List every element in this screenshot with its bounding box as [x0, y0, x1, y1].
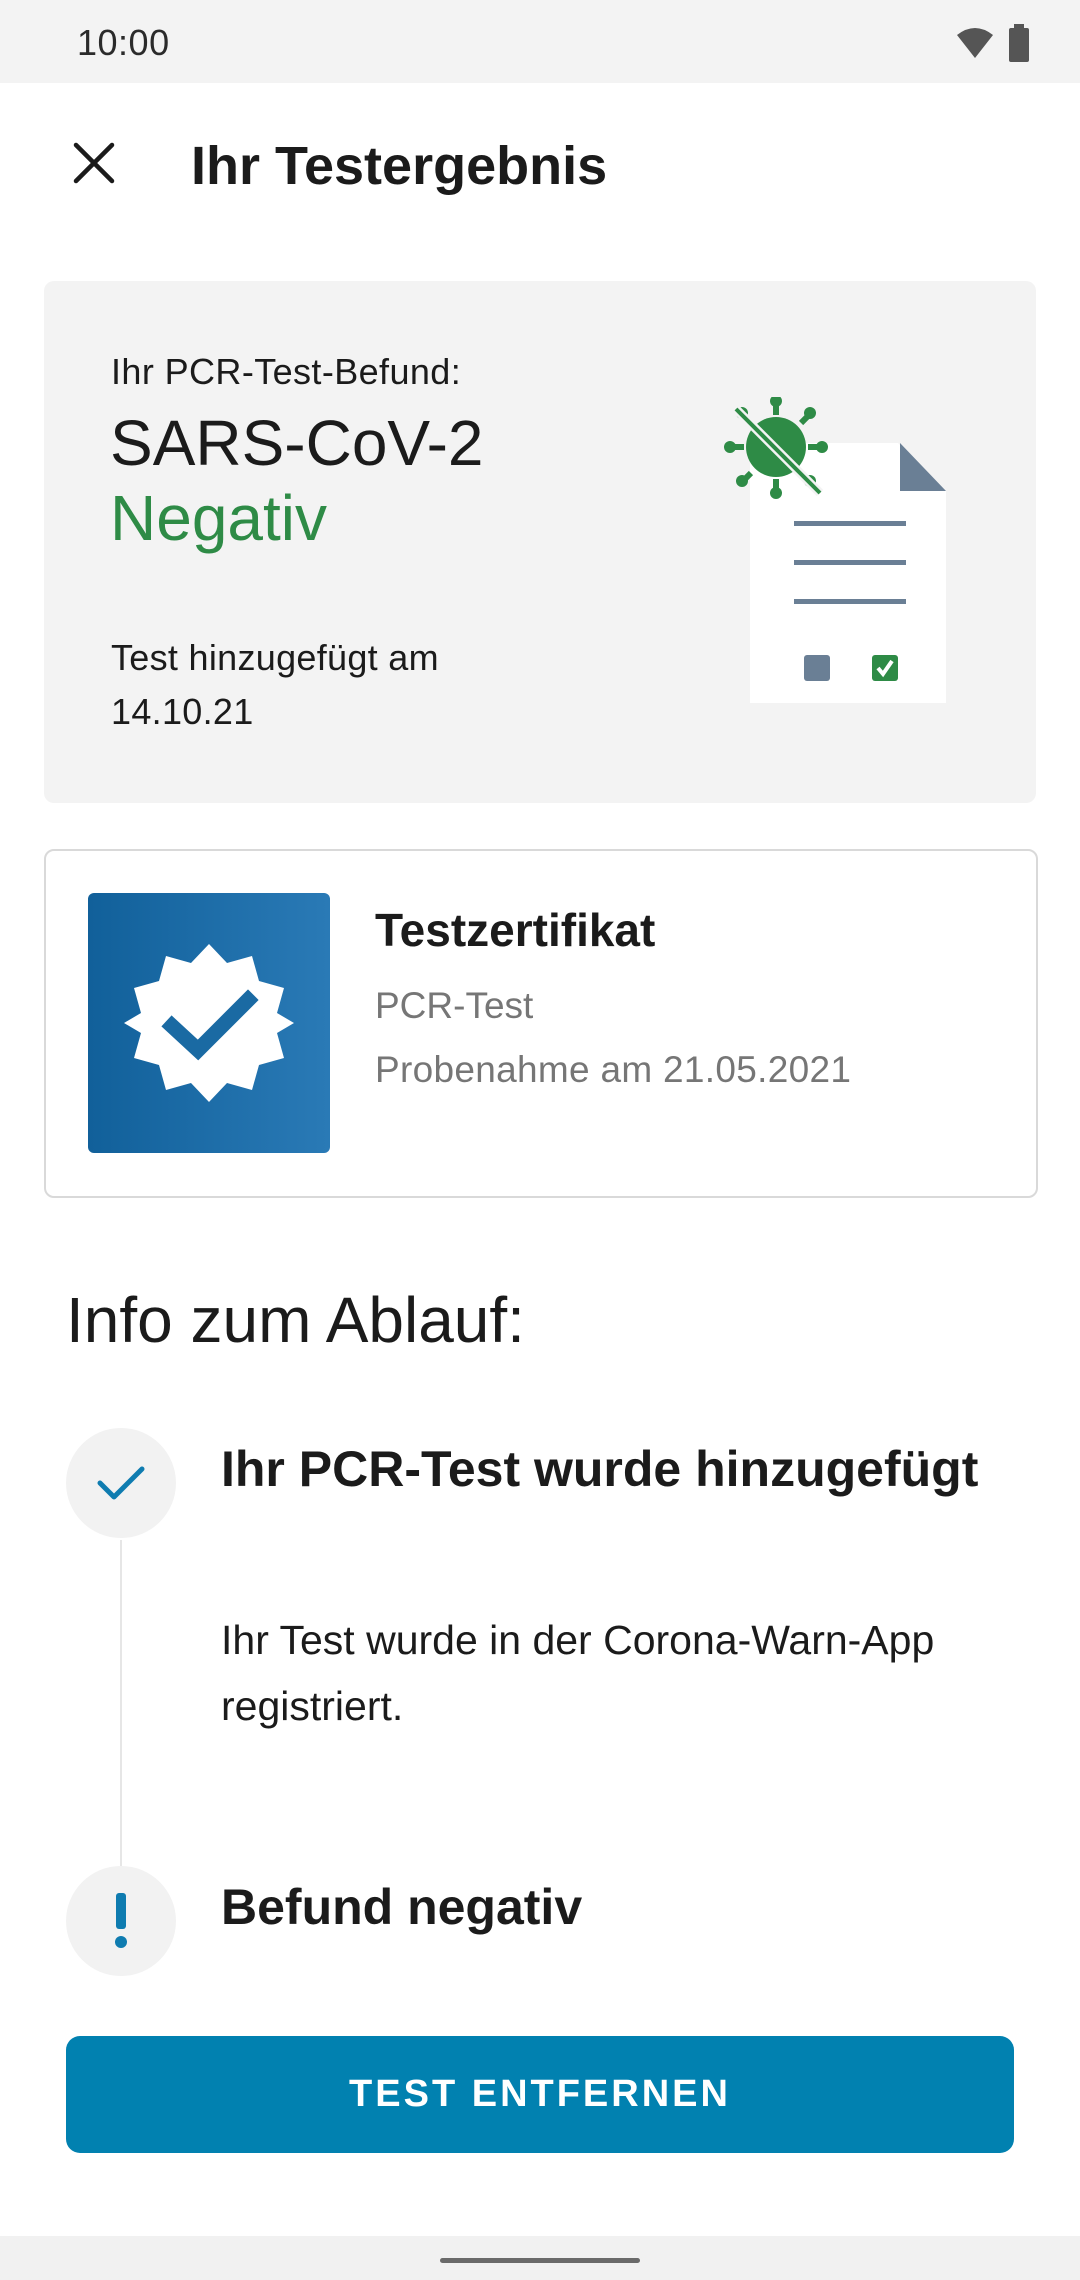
step-1-icon: [66, 1428, 176, 1538]
certificate-type: PCR-Test: [375, 985, 534, 1026]
check-icon: [97, 1466, 145, 1500]
battery-icon: [1009, 24, 1029, 62]
certificate-title: Testzertifikat: [375, 904, 656, 956]
close-icon: [73, 142, 115, 184]
remove-test-button[interactable]: TEST ENTFERNEN: [66, 2036, 1014, 2153]
step-2-icon: [66, 1866, 176, 1976]
document-virus-illustration: [724, 397, 946, 703]
status-icons: [956, 24, 1030, 62]
test-certificate-card[interactable]: Testzertifikat PCR-Test Probenahme am 21…: [44, 849, 1038, 1198]
app-bar: Ihr Testergebnis: [0, 83, 1080, 243]
timeline-line: [120, 1540, 122, 1870]
wifi-icon: [957, 28, 993, 58]
step-2-title: Befund negativ: [221, 1879, 583, 1935]
status-time: 10:00: [77, 22, 170, 63]
exclamation-icon: [115, 1893, 127, 1948]
certificate-date: Probenahme am 21.05.2021: [375, 1049, 852, 1090]
verified-badge-icon: [124, 944, 294, 1102]
result-status: Negativ: [110, 482, 327, 554]
page-title: Ihr Testergebnis: [191, 136, 608, 196]
step-1-title: Ihr PCR-Test wurde hinzugefügt: [221, 1441, 979, 1497]
test-result-card: Ihr PCR-Test-Befund: SARS-CoV-2 Negativ …: [44, 281, 1036, 803]
result-label: Ihr PCR-Test-Befund:: [111, 351, 462, 392]
info-heading: Info zum Ablauf:: [66, 1284, 525, 1356]
result-virus: SARS-CoV-2: [110, 407, 484, 479]
result-added-date: Test hinzugefügt am 14.10.21: [111, 637, 439, 732]
home-gesture-handle[interactable]: [440, 2258, 640, 2263]
navigation-bar: [0, 2236, 1080, 2280]
certificate-check-badge-icon: [88, 893, 330, 1153]
status-bar: 10:00: [0, 0, 1080, 83]
close-button[interactable]: [54, 123, 134, 203]
step-1-body: Ihr Test wurde in der Corona-Warn-App re…: [221, 1617, 935, 1729]
